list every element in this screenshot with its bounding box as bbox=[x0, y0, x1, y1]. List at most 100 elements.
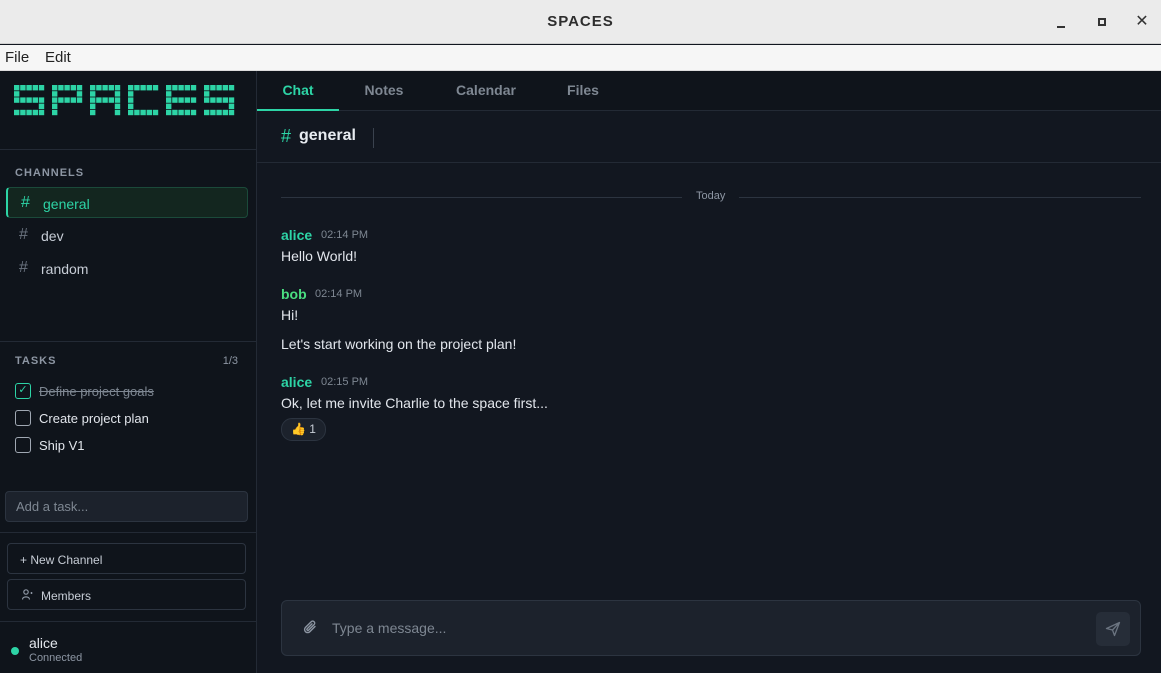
channel-header: # general bbox=[257, 111, 1161, 163]
logo-pixel bbox=[52, 91, 58, 97]
logo-pixel bbox=[178, 109, 184, 116]
message-composer bbox=[281, 600, 1141, 656]
logo-pixel bbox=[114, 91, 121, 97]
message-time: 02:14 PM bbox=[315, 288, 363, 300]
logo-pixel bbox=[140, 85, 146, 91]
logo-pixel bbox=[14, 85, 20, 91]
logo-pixel bbox=[190, 97, 197, 103]
close-button[interactable]: ✕ bbox=[1132, 12, 1152, 32]
logo-pixel bbox=[32, 109, 38, 116]
send-button[interactable] bbox=[1096, 612, 1130, 646]
logo-pixel bbox=[128, 97, 134, 103]
current-user: alice Connected bbox=[0, 631, 256, 673]
logo-pixel bbox=[166, 109, 172, 116]
logo-pixel bbox=[76, 85, 83, 91]
message-input[interactable] bbox=[332, 617, 1082, 639]
logo-pixel bbox=[166, 91, 172, 97]
logo-pixel bbox=[90, 97, 96, 103]
logo-pixel bbox=[96, 85, 102, 91]
members-button[interactable]: Members bbox=[7, 579, 246, 610]
logo-pixel bbox=[204, 109, 210, 116]
logo-pixel bbox=[204, 85, 210, 91]
minimize-button[interactable] bbox=[1052, 12, 1072, 32]
logo-pixel bbox=[128, 103, 134, 109]
logo-pixel bbox=[52, 109, 58, 116]
logo-pixel bbox=[222, 97, 228, 103]
maximize-button[interactable] bbox=[1092, 12, 1112, 32]
new-channel-button[interactable]: + New Channel bbox=[7, 543, 246, 574]
logo-pixel bbox=[190, 109, 197, 116]
logo-pixel bbox=[90, 103, 96, 109]
task-checkbox-checked[interactable]: ✓ bbox=[15, 383, 31, 399]
logo-pixel bbox=[114, 97, 121, 103]
logo-pixel bbox=[152, 85, 159, 91]
message-author[interactable]: bob bbox=[281, 286, 307, 302]
logo-pixel bbox=[178, 97, 184, 103]
logo-pixel bbox=[172, 97, 178, 103]
divider bbox=[0, 532, 256, 533]
logo-pixel bbox=[228, 109, 235, 116]
logo-pixel bbox=[58, 97, 64, 103]
maximize-icon bbox=[1098, 18, 1106, 26]
paperclip-icon[interactable] bbox=[302, 619, 320, 642]
reaction-count: 1 bbox=[309, 422, 316, 436]
message-author[interactable]: alice bbox=[281, 227, 312, 243]
message-text: Let's start working on the project plan! bbox=[281, 336, 517, 352]
logo-pixel bbox=[14, 97, 20, 103]
task-label: Define project goals bbox=[39, 384, 154, 399]
logo-pixel bbox=[38, 103, 45, 109]
logo-pixel bbox=[166, 97, 172, 103]
logo-pixel bbox=[140, 109, 146, 116]
logo-pixel bbox=[20, 109, 26, 116]
logo-pixel bbox=[38, 109, 45, 116]
logo-pixel bbox=[204, 97, 210, 103]
logo-pixel bbox=[102, 97, 108, 103]
tab-notes[interactable]: Notes bbox=[351, 71, 417, 111]
members-label: Members bbox=[41, 589, 92, 603]
task-checkbox[interactable] bbox=[15, 410, 31, 426]
logo-pixel bbox=[216, 109, 222, 116]
channel-item-dev[interactable]: # dev bbox=[6, 220, 248, 251]
new-channel-label: + New Channel bbox=[20, 553, 103, 567]
thumbs-up-icon: 👍 bbox=[291, 422, 306, 436]
logo-pixel bbox=[20, 85, 26, 91]
logo-pixel bbox=[228, 97, 235, 103]
add-task-input[interactable] bbox=[5, 491, 248, 522]
channel-item-general[interactable]: # general bbox=[6, 187, 248, 218]
logo-pixel bbox=[32, 85, 38, 91]
spaces-logo-graphic bbox=[14, 85, 235, 116]
logo-pixel bbox=[76, 97, 83, 103]
logo-pixel bbox=[114, 103, 121, 109]
logo-pixel bbox=[210, 97, 216, 103]
close-icon: ✕ bbox=[1135, 13, 1149, 30]
task-checkbox[interactable] bbox=[15, 437, 31, 453]
logo-pixel bbox=[146, 85, 152, 91]
channel-name: general bbox=[43, 196, 90, 212]
message-text: Ok, let me invite Charlie to the space f… bbox=[281, 395, 548, 411]
logo-pixel bbox=[70, 85, 76, 91]
logo-pixel bbox=[128, 109, 134, 116]
message-text: Hi! bbox=[281, 307, 299, 323]
logo-pixel bbox=[64, 97, 70, 103]
menu-bar: File Edit bbox=[0, 45, 1161, 71]
divider bbox=[0, 341, 256, 342]
logo-pixel bbox=[114, 109, 121, 116]
logo-pixel bbox=[146, 109, 152, 116]
menu-file[interactable]: File bbox=[5, 49, 29, 66]
divider bbox=[0, 621, 256, 622]
tab-chat[interactable]: Chat bbox=[257, 71, 339, 111]
spaces-logo bbox=[14, 85, 238, 122]
tab-files[interactable]: Files bbox=[555, 71, 611, 111]
tab-calendar[interactable]: Calendar bbox=[444, 71, 528, 111]
logo-pixel bbox=[128, 91, 134, 97]
channel-item-random[interactable]: # random bbox=[6, 253, 248, 284]
logo-pixel bbox=[14, 109, 20, 116]
divider bbox=[0, 149, 256, 150]
logo-pixel bbox=[52, 85, 58, 91]
logo-pixel bbox=[26, 97, 32, 103]
logo-pixel bbox=[90, 109, 96, 116]
reaction-thumbs-up[interactable]: 👍 1 bbox=[281, 418, 326, 441]
logo-pixel bbox=[184, 97, 190, 103]
menu-edit[interactable]: Edit bbox=[45, 49, 71, 66]
message-author[interactable]: alice bbox=[281, 374, 312, 390]
